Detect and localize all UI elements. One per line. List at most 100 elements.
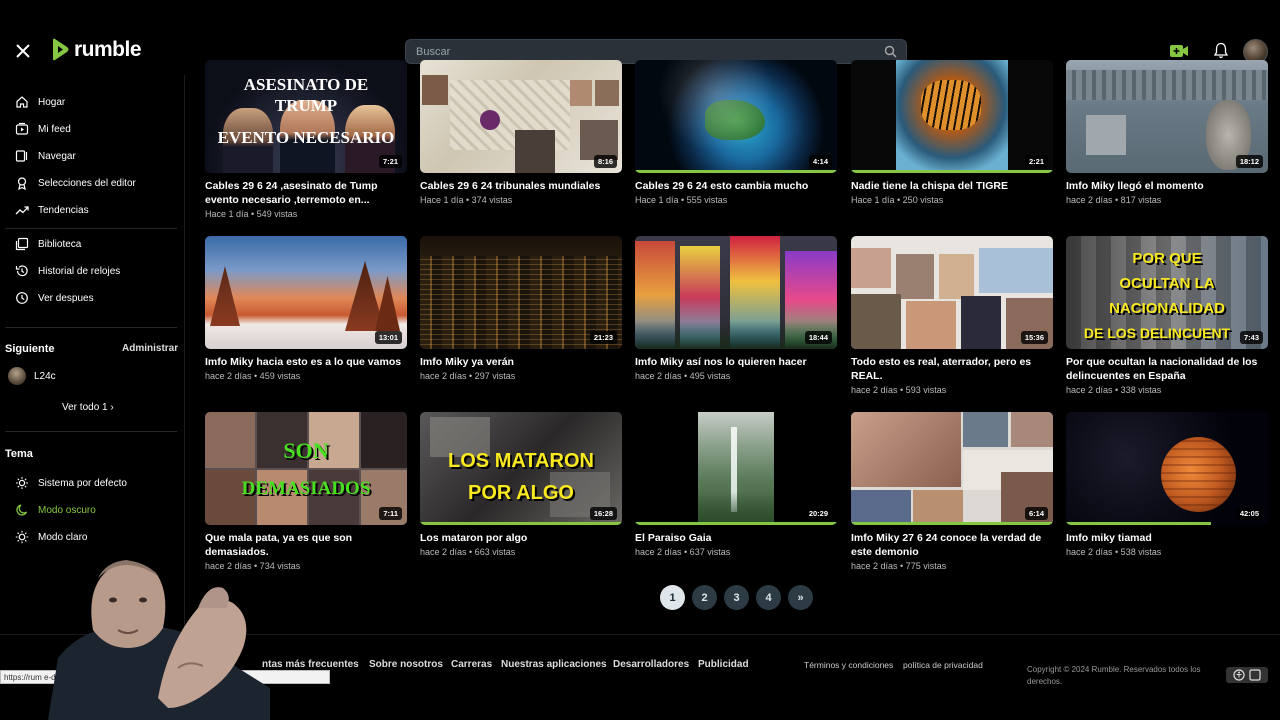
video-thumbnail[interactable]: 42:05 [1066, 412, 1268, 525]
video-title[interactable]: Cables 29 6 24 tribunales mundiales [420, 179, 622, 193]
video-thumbnail[interactable]: POR QUE OCULTAN LA NACIONALIDAD DE LOS D… [1066, 236, 1268, 349]
footer-link-careers[interactable]: Carreras [451, 659, 492, 670]
video-card[interactable]: 4:14 Cables 29 6 24 esto cambia mucho Ha… [635, 60, 837, 205]
thumbnail-overlay-text: LOS MATARON [448, 450, 594, 472]
sidebar-item-feed[interactable]: Mi feed [0, 118, 180, 140]
sidebar-item-home[interactable]: Hogar [0, 91, 180, 113]
upload-video-icon[interactable] [1169, 43, 1189, 59]
footer-link-developers[interactable]: Desarrolladores [613, 659, 689, 670]
sidebar-item-history[interactable]: Historial de relojes [0, 260, 180, 282]
theme-option-system[interactable]: Sistema por defecto [0, 472, 180, 494]
manage-link[interactable]: Administrar [122, 343, 178, 354]
video-card[interactable]: 8:16 Cables 29 6 24 tribunales mundiales… [420, 60, 622, 205]
watch-progress-bar [420, 522, 622, 525]
rumble-logo[interactable]: rumble [50, 38, 142, 62]
video-thumbnail[interactable]: 18:12 [1066, 60, 1268, 173]
sidebar-item-browse[interactable]: Navegar [0, 145, 180, 167]
video-title[interactable]: Imfo Miky 27 6 24 conoce la verdad de es… [851, 531, 1053, 559]
video-thumbnail[interactable]: 2:21 [851, 60, 1053, 173]
video-title[interactable]: Imfo Miky ya verán [420, 355, 622, 369]
following-title: Siguiente [5, 343, 55, 355]
video-card[interactable]: 18:44 Imfo Miky así nos lo quieren hacer… [635, 236, 837, 381]
video-title[interactable]: Imfo miky tiamad [1066, 531, 1268, 545]
video-thumbnail[interactable]: 20:29 [635, 412, 837, 525]
video-card[interactable]: ASESINATO DE TRUMP EVENTO NECESARIO 7:21… [205, 60, 407, 219]
page-button-4[interactable]: 4 [756, 585, 781, 610]
bell-icon[interactable] [1213, 42, 1229, 59]
footer-link-advertising[interactable]: Publicidad [698, 659, 749, 670]
video-card[interactable]: 42:05 Imfo miky tiamad hace 2 días • 538… [1066, 412, 1268, 557]
video-title[interactable]: Nadie tiene la chispa del TIGRE [851, 179, 1053, 193]
video-thumbnail[interactable]: ASESINATO DE TRUMP EVENTO NECESARIO 7:21 [205, 60, 407, 173]
clock-icon [16, 292, 28, 304]
next-page-button[interactable]: » [788, 585, 813, 610]
video-card[interactable]: POR QUE OCULTAN LA NACIONALIDAD DE LOS D… [1066, 236, 1268, 395]
video-title[interactable]: Cables 29 6 24 esto cambia mucho [635, 179, 837, 193]
video-card[interactable]: 18:12 Imfo Miky llegó el momento hace 2 … [1066, 60, 1268, 205]
see-all-link[interactable]: Ver todo 1 › [62, 402, 114, 413]
page-button-2[interactable]: 2 [692, 585, 717, 610]
video-card[interactable]: 15:36 Todo esto es real, aterrador, pero… [851, 236, 1053, 395]
video-thumbnail[interactable]: 15:36 [851, 236, 1053, 349]
page-button-3[interactable]: 3 [724, 585, 749, 610]
video-thumbnail[interactable]: 18:44 [635, 236, 837, 349]
sidebar-item-watch-later[interactable]: Ver despues [0, 287, 180, 309]
sidebar-item-label: Biblioteca [38, 238, 82, 250]
video-card[interactable]: LOS MATARON POR ALGO 16:28 Los mataron p… [420, 412, 622, 557]
video-thumbnail[interactable]: 8:16 [420, 60, 622, 173]
video-meta: Hace 1 día • 549 vistas [205, 209, 298, 219]
video-title[interactable]: Por que ocultan la nacionalidad de los d… [1066, 355, 1268, 383]
thumbnail-overlay-text: POR QUE [1132, 250, 1202, 267]
close-icon[interactable] [14, 42, 32, 60]
thumbnail-overlay-text: SON [283, 438, 329, 463]
video-duration: 13:01 [374, 331, 402, 344]
sun-icon [15, 530, 29, 544]
video-card[interactable]: 2:21 Nadie tiene la chispa del TIGRE Hac… [851, 60, 1053, 205]
video-meta: hace 2 días • 775 vistas [851, 561, 947, 571]
footer-link-about[interactable]: Sobre nosotros [369, 659, 443, 670]
theme-option-light[interactable]: Modo claro [0, 526, 180, 548]
video-thumbnail[interactable]: LOS MATARON POR ALGO 16:28 [420, 412, 622, 525]
video-title[interactable]: El Paraiso Gaia [635, 531, 837, 545]
video-meta: hace 2 días • 495 vistas [635, 371, 731, 381]
page-button-1[interactable]: 1 [660, 585, 685, 610]
video-card[interactable]: 6:14 Imfo Miky 27 6 24 conoce la verdad … [851, 412, 1053, 571]
footer-link-terms[interactable]: Términos y condiciones [804, 660, 893, 670]
sidebar-item-library[interactable]: Biblioteca [0, 233, 180, 255]
watch-progress-bar [635, 170, 837, 173]
video-title[interactable]: Imfo Miky así nos lo quieren hacer [635, 355, 837, 369]
channel-item[interactable]: L24c [8, 367, 56, 385]
video-card[interactable]: 21:23 Imfo Miky ya verán hace 2 días • 2… [420, 236, 622, 381]
video-title[interactable]: Cables 29 6 24 ,asesinato de Tump evento… [205, 179, 407, 207]
footer-link-faq[interactable]: ntas más frecuentes [262, 659, 359, 670]
video-thumbnail[interactable]: 21:23 [420, 236, 622, 349]
video-thumbnail[interactable]: SON DEMASIADOS 7:11 [205, 412, 407, 525]
footer-link-apps[interactable]: Nuestras aplicaciones [501, 659, 607, 670]
video-thumbnail[interactable]: 6:14 [851, 412, 1053, 525]
watch-progress-bar [635, 522, 837, 525]
pagination: 1 2 3 4 » [660, 585, 813, 610]
video-duration: 20:29 [804, 507, 832, 520]
video-title[interactable]: Todo esto es real, aterrador, pero es RE… [851, 355, 1053, 383]
sidebar-item-trending[interactable]: Tendencias [0, 199, 180, 221]
video-duration: 16:28 [589, 507, 617, 520]
video-meta: hace 2 días • 538 vistas [1066, 547, 1162, 557]
sidebar-item-editor-picks[interactable]: Selecciones del editor [0, 172, 180, 194]
video-title[interactable]: Imfo Miky hacia esto es a lo que vamos [205, 355, 407, 369]
search-icon[interactable] [884, 45, 897, 58]
video-card[interactable]: 13:01 Imfo Miky hacia esto es a lo que v… [205, 236, 407, 381]
accessibility-icon[interactable] [1226, 667, 1268, 683]
video-title[interactable]: Imfo Miky llegó el momento [1066, 179, 1268, 193]
thumbnail-overlay-text: DE LOS DELINCUENT [1083, 325, 1231, 341]
video-meta: hace 2 días • 459 vistas [205, 371, 301, 381]
video-meta: Hace 1 día • 250 vistas [851, 195, 944, 205]
thumbnail-overlay-text: POR ALGO [468, 482, 574, 504]
video-thumbnail[interactable]: 4:14 [635, 60, 837, 173]
video-thumbnail[interactable]: 13:01 [205, 236, 407, 349]
theme-option-dark[interactable]: Modo oscuro [0, 499, 180, 521]
video-card[interactable]: 20:29 El Paraiso Gaia hace 2 días • 637 … [635, 412, 837, 557]
theme-option-label: Modo oscuro [38, 504, 96, 516]
video-title[interactable]: Los mataron por algo [420, 531, 622, 545]
footer-link-privacy[interactable]: política de privacidad [903, 660, 983, 670]
thumbnail-overlay-text: OCULTAN LA [1119, 275, 1215, 292]
